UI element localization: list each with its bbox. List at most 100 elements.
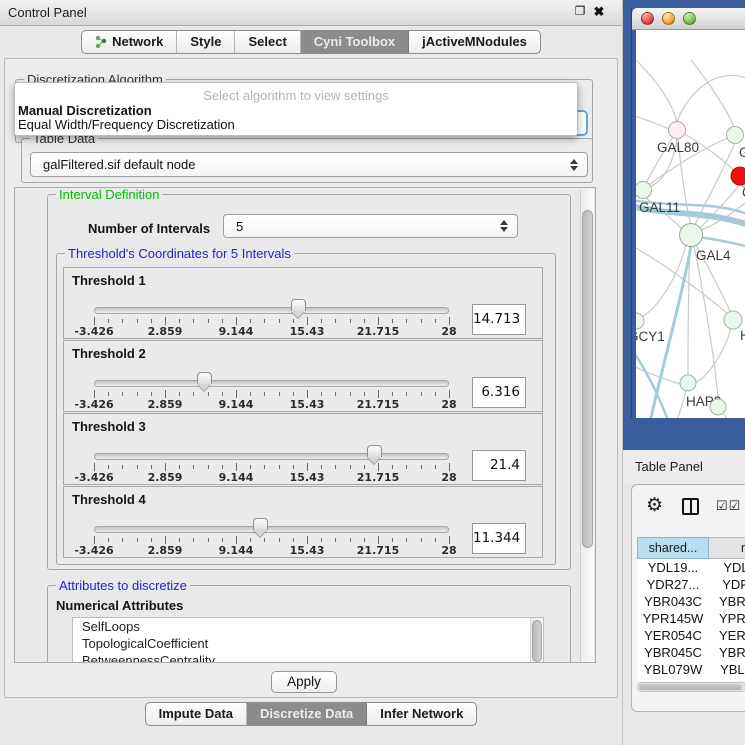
scrollbar-thumb[interactable] [532,620,542,662]
table-row[interactable]: YLR345WYLR34... [637,678,745,681]
slider-track[interactable] [94,526,449,533]
number-of-intervals-combobox[interactable]: 5 [223,214,518,238]
network-window-titlebar[interactable] [632,8,745,30]
threshold-value-field[interactable]: 11.344 [472,523,526,554]
table-cell[interactable]: YBR043C [637,593,709,610]
apply-button[interactable]: Apply [271,671,337,693]
numerical-attributes-list[interactable]: SelfLoopsTopologicalCoefficientBetweenne… [72,617,544,663]
scrollbar-thumb[interactable] [582,210,593,548]
combo-arrows-icon [569,159,578,171]
slider-thumb[interactable] [291,299,306,318]
table-cell[interactable]: YDL19... [637,559,709,576]
tab-discretize-data-label: Discretize Data [260,703,353,725]
slider-track[interactable] [94,307,449,314]
table-cell[interactable]: YBR045C [637,644,709,661]
network-edge[interactable] [691,60,734,127]
table-cell[interactable]: YBR04... [709,644,745,661]
table-row[interactable]: YPR145WYPR14... [637,610,745,627]
attribute-list-item[interactable]: SelfLoops [73,618,543,635]
network-canvas[interactable]: GAL80GACGAL11GAL4GCY1HHAP2 [636,30,745,418]
table-data-combobox[interactable]: galFiltered.sif default node [30,152,588,177]
network-edge[interactable] [724,414,745,418]
slider-track[interactable] [94,453,449,460]
columns-icon[interactable] [682,498,699,515]
tab-network[interactable]: Network [82,31,177,53]
scrollbar-thumb[interactable] [639,684,742,690]
network-node-gal4[interactable] [680,224,703,247]
attribute-list-item[interactable]: BetweennessCentrality [73,652,543,663]
algorithm-option-equal-width[interactable]: Equal Width/Frequency Discretization [18,117,235,132]
network-node-label: GAL80 [657,140,699,155]
network-edge[interactable] [668,391,686,418]
network-node-gcy1[interactable] [636,313,644,329]
threshold-value-field[interactable]: 14.713 [472,304,526,335]
slider-thumb[interactable] [253,518,268,537]
window-zoom-traffic-light[interactable] [683,12,696,25]
network-node-ga[interactable] [727,127,744,144]
table-cell[interactable]: YPR145W [637,610,709,627]
slider-thumb[interactable] [367,445,382,464]
network-edge[interactable] [694,246,718,399]
checkboxes-icon[interactable]: ☑☑ [716,498,741,514]
table-cell[interactable]: YDR27... [637,576,709,593]
network-node-label: H [740,328,745,343]
network-node-gal11[interactable] [636,182,652,199]
column-header-name[interactable]: n [709,537,745,559]
tab-jactivemnodules-label: jActiveMNodules [422,31,527,53]
network-edge[interactable] [636,115,669,129]
table-row[interactable]: YDL19...YDL1... [637,559,745,576]
attribute-items: SelfLoopsTopologicalCoefficientBetweenne… [73,618,543,663]
table-cell[interactable]: YER054C [637,627,709,644]
table-cell[interactable]: YBR04... [709,593,745,610]
tab-discretize-data[interactable]: Discretize Data [247,703,367,725]
tab-infer-network[interactable]: Infer Network [367,703,476,725]
close-icon[interactable]: ✖ [592,4,606,20]
pane-vertical-scrollbar[interactable] [580,189,594,663]
tab-jactivemnodules[interactable]: jActiveMNodules [409,31,540,53]
window-minimize-traffic-light[interactable] [662,12,675,25]
network-icon [95,35,107,49]
network-node-gal80[interactable] [669,122,686,139]
network-node-c[interactable] [731,167,745,185]
table-cell[interactable]: YBL07... [709,661,745,678]
table-row[interactable]: YER054CYER05... [637,627,745,644]
network-edge[interactable] [636,60,677,122]
attributes-list-scrollbar[interactable] [530,618,543,663]
right-column: GAL80GACGAL11GAL4GCY1HHAP2 Table Panel ⚙… [622,0,745,745]
table-horizontal-scrollbar[interactable] [637,682,745,692]
table-cell[interactable]: YLR345W [637,678,709,681]
attribute-list-item[interactable]: TopologicalCoefficient [73,635,543,652]
table-cell[interactable]: YER05... [709,627,745,644]
network-edge[interactable] [698,237,745,248]
network-graph: GAL80GACGAL11GAL4GCY1HHAP2 [636,30,745,418]
table-row[interactable]: YBL079WYBL07... [637,661,745,678]
table-cell[interactable]: YDR2... [709,576,745,593]
slider-thumb[interactable] [197,372,212,391]
network-node[interactable] [710,399,726,415]
network-node-hap2[interactable] [680,375,696,391]
column-header-shared-name[interactable]: shared... [637,537,709,559]
table-cell[interactable]: YBL079W [637,661,709,678]
tab-select[interactable]: Select [235,31,300,53]
threshold-value-field[interactable]: 6.316 [472,377,526,408]
tab-cyni-toolbox-label: Cyni Toolbox [314,31,395,53]
threshold-value-field[interactable]: 21.4 [472,450,526,481]
algorithm-option-manual[interactable]: Manual Discretization [18,103,152,118]
gear-icon[interactable]: ⚙ [646,496,663,515]
table-row[interactable]: YDR27...YDR2... [637,576,745,593]
network-node-h[interactable] [724,311,742,329]
slider-track[interactable] [94,380,449,387]
tab-impute-data[interactable]: Impute Data [146,703,247,725]
tab-cyni-toolbox[interactable]: Cyni Toolbox [301,31,409,53]
network-edge[interactable] [677,75,745,122]
algorithm-placeholder-option[interactable]: Select algorithm to view settings [15,88,577,103]
float-window-icon[interactable]: ❐ [573,4,587,18]
tab-style[interactable]: Style [177,31,235,53]
table-cell[interactable]: YPR14... [709,610,745,627]
table-cell[interactable]: YDL1... [709,559,745,576]
table-row[interactable]: YBR045CYBR04... [637,644,745,661]
table-row[interactable]: YBR043CYBR04... [637,593,745,610]
table-cell[interactable]: YLR34... [709,678,745,681]
window-close-traffic-light[interactable] [641,12,654,25]
network-node-label: GA [739,145,745,160]
